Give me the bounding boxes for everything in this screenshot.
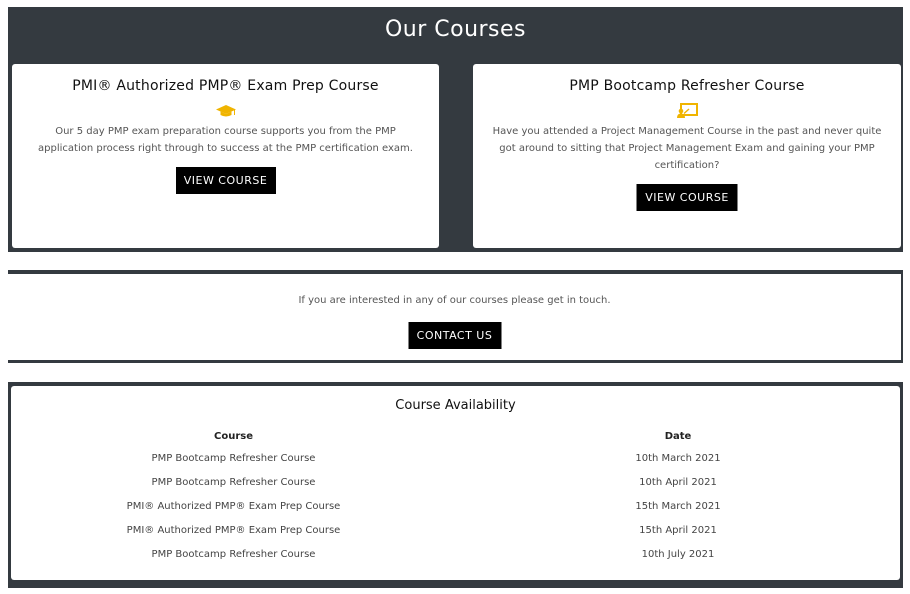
column-header-date: Date — [664, 430, 692, 442]
course-card-pmp-exam-prep: PMI® Authorized PMP® Exam Prep Course Ou… — [12, 64, 439, 248]
table-row: PMI® Authorized PMP® Exam Prep Course 15… — [11, 518, 900, 542]
section-title: Our Courses — [384, 17, 527, 42]
table-header-row: Course Date — [11, 426, 900, 446]
course-cell: PMI® Authorized PMP® Exam Prep Course — [126, 500, 341, 512]
contact-us-button[interactable]: CONTACT US — [408, 322, 501, 349]
course-description: Our 5 day PMP exam preparation course su… — [38, 126, 413, 154]
table-row: PMP Bootcamp Refresher Course 10th March… — [11, 446, 900, 470]
table-row: PMP Bootcamp Refresher Course 10th April… — [11, 470, 900, 494]
contact-panel: If you are interested in any of our cour… — [8, 274, 901, 360]
date-cell: 10th July 2021 — [641, 548, 715, 560]
course-cell: PMP Bootcamp Refresher Course — [151, 452, 316, 464]
view-course-button[interactable]: VIEW COURSE — [636, 184, 738, 211]
date-cell: 10th April 2021 — [639, 476, 717, 488]
column-header-course: Course — [214, 430, 253, 442]
availability-title: Course Availability — [395, 398, 516, 413]
course-cell: PMP Bootcamp Refresher Course — [151, 548, 316, 560]
course-title: PMP Bootcamp Refresher Course — [569, 78, 805, 94]
course-cell: PMI® Authorized PMP® Exam Prep Course — [126, 524, 341, 536]
courses-section: Our Courses PMI® Authorized PMP® Exam Pr… — [8, 7, 903, 252]
date-cell: 15th March 2021 — [635, 500, 721, 512]
table-row: PMI® Authorized PMP® Exam Prep Course 15… — [11, 494, 900, 518]
contact-section: If you are interested in any of our cour… — [8, 270, 903, 363]
availability-panel: Course Availability Course Date PMP Boot… — [11, 386, 900, 580]
course-description: Have you attended a Project Management C… — [492, 126, 882, 171]
table-row: PMP Bootcamp Refresher Course 10th July … — [11, 542, 900, 566]
date-cell: 15th April 2021 — [639, 524, 717, 536]
view-course-button[interactable]: VIEW COURSE — [175, 167, 276, 194]
course-title: PMI® Authorized PMP® Exam Prep Course — [72, 78, 379, 94]
presentation-board-icon — [677, 103, 698, 118]
course-cell: PMP Bootcamp Refresher Course — [151, 476, 316, 488]
course-card-bootcamp-refresher: PMP Bootcamp Refresher Course Have you a… — [473, 64, 901, 248]
date-cell: 10th March 2021 — [635, 452, 721, 464]
availability-table: Course Date PMP Bootcamp Refresher Cours… — [11, 426, 900, 566]
contact-text: If you are interested in any of our cour… — [298, 295, 611, 306]
availability-section: Course Availability Course Date PMP Boot… — [8, 382, 903, 588]
graduation-cap-icon — [215, 105, 236, 117]
